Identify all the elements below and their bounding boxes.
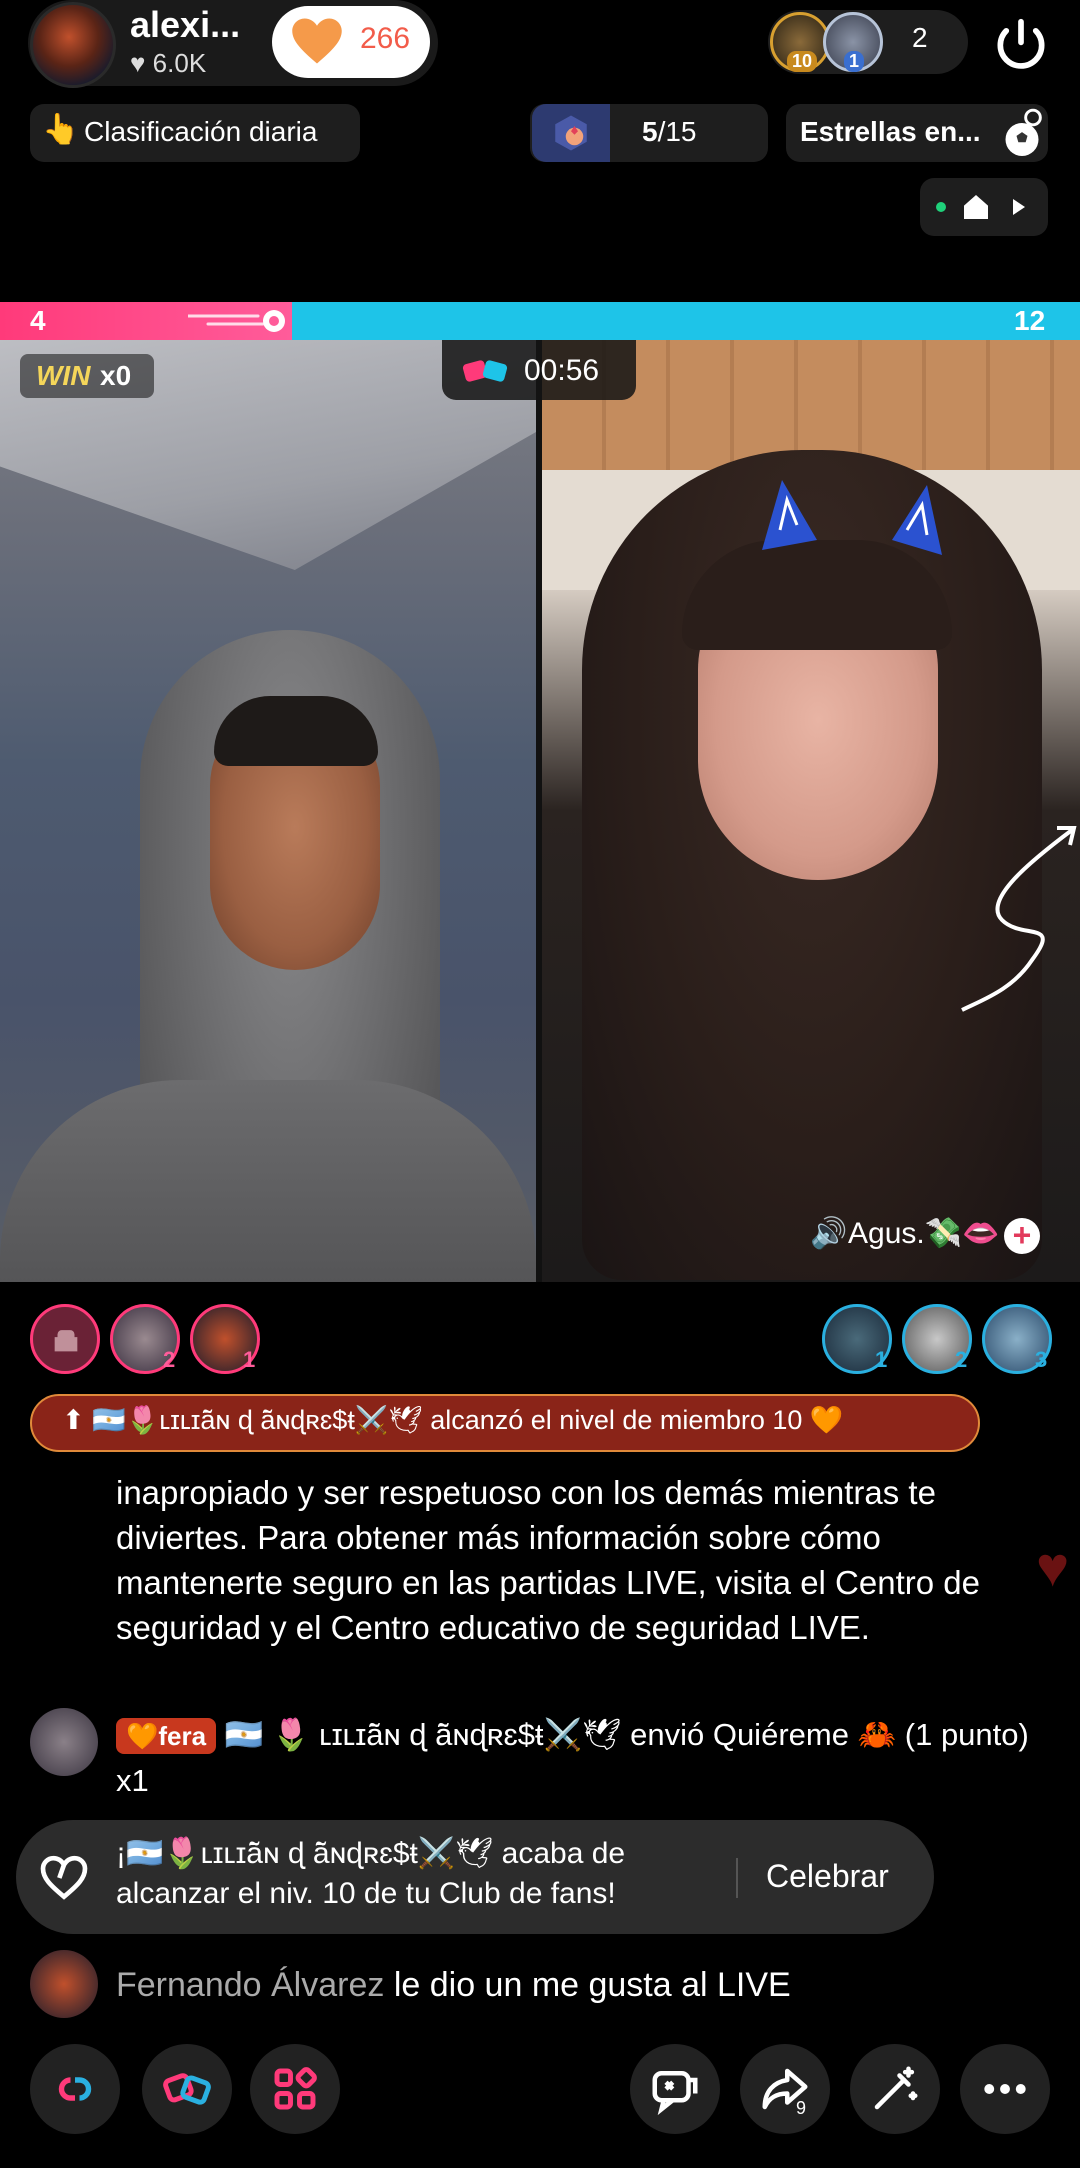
safety-system-message: inapropiado y ser respetuoso con los dem…: [116, 1474, 980, 1646]
host-video[interactable]: [0, 340, 536, 1282]
gift-goal-progress: 5/15: [642, 116, 697, 148]
viewer-count[interactable]: 2: [912, 22, 928, 54]
member-level-text: ⬆ 🇦🇷🌷ʟɪʟɪā̃ɴ ɖ ā̃ɴɖʀɛ$ŧ⚔️🕊 alcanzó el ni…: [62, 1405, 844, 1435]
divider: [736, 1858, 738, 1898]
like-message-text: le dio un me gusta al LIVE: [384, 1966, 791, 2004]
stars-event-label: Estrellas en...: [800, 116, 981, 147]
arrow-doodle-icon: [961, 826, 1077, 1012]
supporter-rank: 3: [1035, 1347, 1048, 1372]
heart-count: 266: [360, 22, 411, 55]
supporter-avatar[interactable]: 3: [982, 1304, 1052, 1374]
chat-user-avatar[interactable]: [30, 1950, 98, 2018]
camera-controls-pill[interactable]: [920, 178, 1048, 236]
top-viewer-avatar[interactable]: 10: [770, 12, 830, 72]
like-username[interactable]: Fernando Álvarez: [116, 1966, 384, 2004]
like-message: Fernando Álvarez le dio un me gusta al L…: [116, 1966, 791, 2005]
battle-timer: 00:56: [524, 354, 600, 387]
cat-ears-filter-icon: [762, 480, 942, 555]
comment-settings-button[interactable]: [630, 2044, 720, 2134]
grid-icon: [274, 2067, 317, 2110]
supporter-avatar[interactable]: 2: [902, 1304, 972, 1374]
battle-icon: [462, 360, 508, 382]
floating-heart-icon: ♥: [1036, 1535, 1070, 1598]
battle-mode-button[interactable]: [30, 2044, 120, 2134]
more-options-button[interactable]: [960, 2044, 1050, 2134]
pk-icon: [163, 2073, 211, 2105]
goal-total: /15: [657, 116, 697, 147]
comet-icon: [187, 310, 285, 332]
fan-badge: 🧡fera: [116, 1718, 217, 1754]
guest-name[interactable]: Agus.💸👄: [848, 1216, 999, 1251]
supporter-avatar[interactable]: 1: [822, 1304, 892, 1374]
seat-icon[interactable]: [30, 1304, 100, 1374]
guest-video[interactable]: [542, 340, 1080, 1282]
viewer-rank-badge: 10: [787, 51, 818, 72]
supporter-rank: 2: [955, 1347, 968, 1372]
speaker-icon: 🔊: [810, 1217, 848, 1250]
host-likes-value: 6.0K: [152, 48, 207, 78]
supporter-avatar[interactable]: 1: [190, 1304, 260, 1374]
follow-guest-button[interactable]: +: [1004, 1218, 1040, 1254]
fan-heart-icon: [40, 1855, 88, 1900]
win-count: x0: [100, 360, 132, 391]
left-score: 4: [30, 305, 46, 336]
supporter-rank: 1: [875, 1347, 888, 1372]
more-icon: [984, 2084, 1026, 2094]
heart-icon: [292, 18, 342, 64]
host-likes: ♥ 6.0K: [130, 48, 207, 78]
viewer-rank-badge: 1: [844, 51, 865, 72]
supporter-rank: 2: [163, 1347, 176, 1372]
live-dot-icon: [936, 202, 946, 212]
magic-wand-icon: [874, 2066, 918, 2110]
share-button[interactable]: 9: [740, 2044, 830, 2134]
top-viewer-avatar[interactable]: 1: [823, 12, 883, 72]
supporter-avatar[interactable]: 2: [110, 1304, 180, 1374]
pk-button[interactable]: [142, 2044, 232, 2134]
win-label: WIN: [36, 360, 91, 391]
goal-current: 5: [642, 116, 658, 147]
share-count: 9: [796, 2098, 807, 2118]
chat-bubble-icon: [652, 2071, 698, 2116]
soccer-ball-icon: [1005, 108, 1042, 156]
host-avatar[interactable]: [30, 2, 116, 88]
link-icon: [58, 2077, 92, 2101]
host-name[interactable]: alexi...: [130, 4, 240, 46]
celebrate-button[interactable]: Celebrar: [766, 1858, 889, 1895]
effects-button[interactable]: [850, 2044, 940, 2134]
apps-button[interactable]: [250, 2044, 340, 2134]
daily-ranking-label: Clasificación diaria: [84, 116, 318, 147]
gift-goal-icon: [532, 104, 610, 162]
gift-message-text: 🇦🇷 🌷 ʟɪʟɪā̃ɴ ɖ ā̃ɴɖʀɛ$ŧ⚔️🕊 envió Quiérem…: [116, 1717, 1029, 1798]
fan-club-message: ¡🇦🇷🌷ʟɪʟɪā̃ɴ ɖ ā̃ɴɖʀɛ$ŧ⚔️🕊 acaba de alcan…: [116, 1837, 626, 1910]
right-score: 12: [1014, 305, 1046, 336]
home-icon: [964, 195, 988, 219]
power-icon[interactable]: [990, 14, 1052, 76]
play-icon: [1013, 199, 1025, 215]
gift-message: 🧡fera 🇦🇷 🌷 ʟɪʟɪā̃ɴ ɖ ā̃ɴɖʀɛ$ŧ⚔️🕊 envió Q…: [116, 1712, 1056, 1804]
supporter-rank: 1: [243, 1347, 256, 1372]
fire-icon: 👆: [42, 113, 80, 146]
chat-user-avatar[interactable]: [30, 1708, 98, 1776]
